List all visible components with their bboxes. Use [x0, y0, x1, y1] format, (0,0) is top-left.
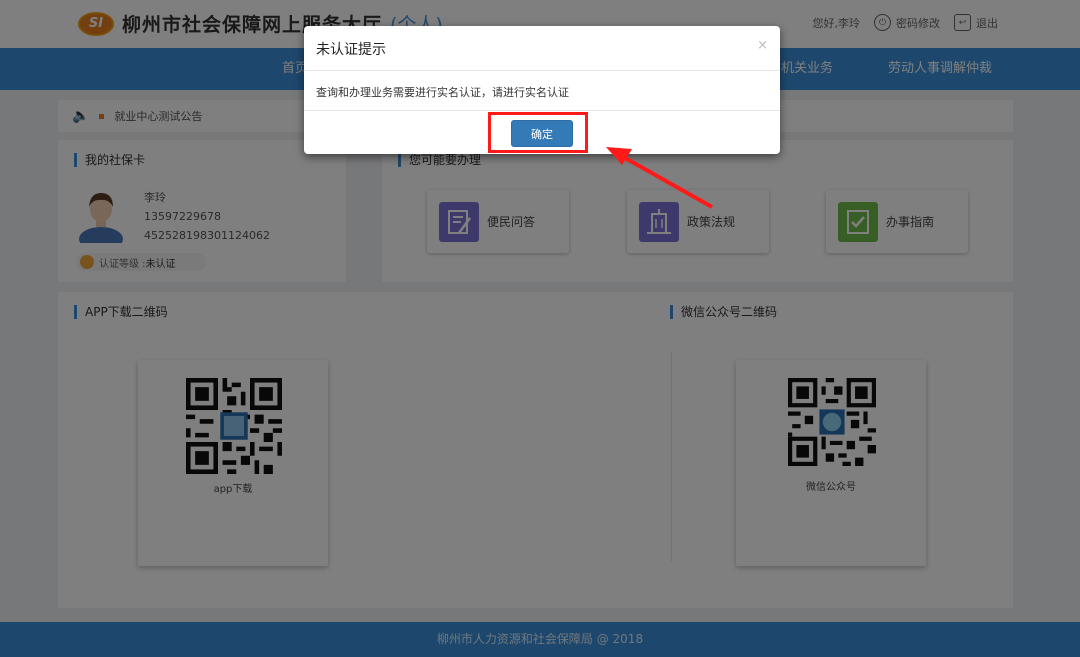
close-icon[interactable]: ×	[757, 38, 768, 53]
dialog-message: 查询和办理业务需要进行实名认证，请进行实名认证	[316, 86, 569, 99]
dialog-header: 未认证提示 ×	[304, 26, 780, 71]
highlight-box	[488, 112, 588, 153]
dialog-title: 未认证提示	[316, 42, 386, 58]
pointer-arrow-icon	[606, 147, 713, 209]
